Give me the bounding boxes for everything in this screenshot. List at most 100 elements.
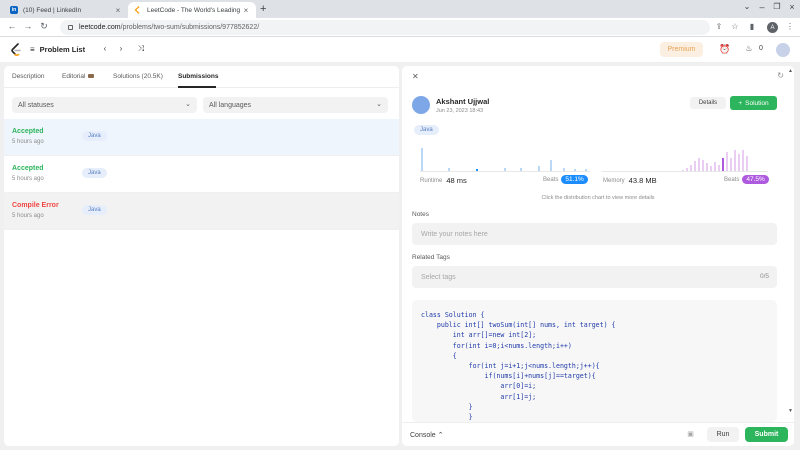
submission-row[interactable]: Accepted 5 hours ago Java [4,119,399,156]
submission-status: Accepted [12,165,44,172]
close-tab-icon[interactable]: × [114,6,122,15]
status-filter-value: All statuses [18,101,54,109]
browser-tab-linkedin[interactable]: in (10) Feed | LinkedIn × [4,2,128,18]
code-line: class Solution { [421,311,485,319]
profile-avatar[interactable]: A [767,22,778,33]
premium-lock-icon [88,74,95,79]
cloud-save-icon[interactable]: ▣ [686,430,695,439]
submission-username[interactable]: Akshant Ujjwal [436,97,489,106]
submission-detail-panel: ✕ ↻ Akshant Ujjwal Jun 23, 2023 18:43 De… [402,66,794,446]
status-filter-select[interactable]: All statuses ⌄ [12,97,197,113]
submission-language-badge: Java [82,168,107,178]
runtime-value: 48 ms [446,176,467,185]
alarm-clock-icon[interactable]: ⏰ [719,44,730,55]
runtime-beats-badge: 51.1% [561,175,588,184]
scroll-up-arrow[interactable]: ▲ [788,68,793,74]
runtime-beats: Beats 51.1% [543,175,588,184]
submission-time: 5 hours ago [12,139,44,145]
minimize-icon[interactable]: – [755,2,769,12]
prev-problem-icon[interactable]: ‹ [100,44,110,53]
star-icon[interactable]: ☆ [729,22,741,31]
notes-label: Notes [412,211,429,218]
fire-icon[interactable]: ♨ [744,44,754,53]
memory-metric: Memory 43.8 MB [603,176,657,185]
maximize-icon[interactable]: ❐ [770,2,784,11]
solution-button[interactable]: + Solution [730,96,777,110]
submission-status: Accepted [12,128,44,135]
submission-time: 5 hours ago [12,213,44,219]
close-tab-icon[interactable]: × [242,6,250,15]
lock-icon [68,25,73,30]
language-filter-value: All languages [209,101,252,109]
details-button[interactable]: Details [690,97,726,109]
memory-value: 43.8 MB [628,176,657,185]
left-tabs: Description Editorial Solutions (20.5K) … [4,66,399,88]
chevron-up-icon: ⌃ [437,432,444,439]
scroll-down-arrow[interactable]: ▼ [788,408,793,414]
forward-arrow-icon[interactable]: → [22,21,34,31]
memory-beats: Beats 47.5% [724,175,769,184]
submission-row[interactable]: Compile Error 5 hours ago Java [4,193,399,230]
problem-list-button[interactable]: ≡ Problem List [30,45,85,54]
submit-button[interactable]: Submit [745,427,788,442]
side-panel-icon[interactable]: ▮ [746,22,758,31]
tab-submissions[interactable]: Submissions [178,73,218,80]
memory-label: Memory [603,177,625,184]
submission-date: Jun 23, 2023 18:43 [436,108,484,114]
code-line: int arr[]=new int[2]; [421,331,537,340]
code-line: for(int i=0;i<nums.length;i++) [421,341,572,350]
tab-editorial[interactable]: Editorial [62,73,95,80]
code-line: arr[1]=j; [421,392,537,401]
memory-distribution-chart[interactable] [602,146,768,172]
left-panel: Description Editorial Solutions (20.5K) … [4,66,399,446]
console-toggle[interactable]: Console ⌃ [410,431,444,439]
code-line: public int[] twoSum(int[] nums, int targ… [421,321,616,330]
tab-description[interactable]: Description [12,73,45,80]
memory-distribution-bars [682,150,748,172]
code-view[interactable]: class Solution { public int[] twoSum(int… [412,300,777,422]
url-host: leetcode.com [79,24,121,31]
notes-input[interactable]: Write your notes here [412,223,777,245]
back-arrow-icon[interactable]: ← [6,21,18,31]
close-window-icon[interactable]: × [785,2,799,12]
browser-tab-leetcode[interactable]: LeetCode - The World's Leading O × [128,2,256,18]
submission-status: Compile Error [12,202,59,209]
runtime-label: Runtime [420,177,443,184]
premium-button[interactable]: Premium [660,42,703,57]
tab-editorial-label: Editorial [62,73,86,80]
run-button[interactable]: Run [707,427,739,442]
reload-icon[interactable]: ↻ [38,21,50,32]
language-filter-select[interactable]: All languages ⌄ [203,97,388,113]
submission-time: 5 hours ago [12,176,44,182]
user-avatar[interactable] [776,43,790,57]
runtime-metric: Runtime 48 ms [420,176,467,185]
leetcode-logo-icon[interactable] [10,43,22,57]
refresh-icon[interactable]: ↻ [777,71,784,80]
list-icon: ≡ [30,45,35,54]
chevron-down-icon[interactable]: ⌄ [740,2,754,11]
share-icon[interactable]: ⇪ [713,22,725,31]
code-line: } [421,413,473,422]
browser-tab-bar: in (10) Feed | LinkedIn × LeetCode - The… [0,0,800,18]
menu-dots-icon[interactable]: ⋮ [784,22,796,31]
code-line: for(int j=i+1;j<nums.length;j++){ [421,362,600,371]
tags-select[interactable]: Select tags 0/5 [412,266,777,288]
code-line: arr[0]=i; [421,382,537,391]
streak-count: 0 [759,45,763,52]
next-problem-icon[interactable]: › [116,44,126,53]
related-tags-label: Related Tags [412,254,450,261]
runtime-distribution-chart[interactable] [420,146,590,172]
user-avatar[interactable] [412,96,430,114]
shuffle-icon[interactable]: ⤨ [136,44,146,54]
code-line: } [421,402,473,411]
url-input[interactable]: leetcode.com/problems/two-sum/submission… [60,20,710,35]
submission-row[interactable]: Accepted 5 hours ago Java [4,156,399,193]
chevron-down-icon: ⌄ [376,101,382,108]
address-bar: ← → ↻ leetcode.com/problems/two-sum/subm… [0,18,800,37]
problem-list-label: Problem List [39,45,86,54]
tab-solutions[interactable]: Solutions (20.5K) [113,73,163,80]
close-icon[interactable]: ✕ [412,72,419,81]
solution-button-label: Solution [745,99,769,107]
submission-language-badge: Java [82,131,107,141]
new-tab-icon[interactable]: + [260,3,266,15]
